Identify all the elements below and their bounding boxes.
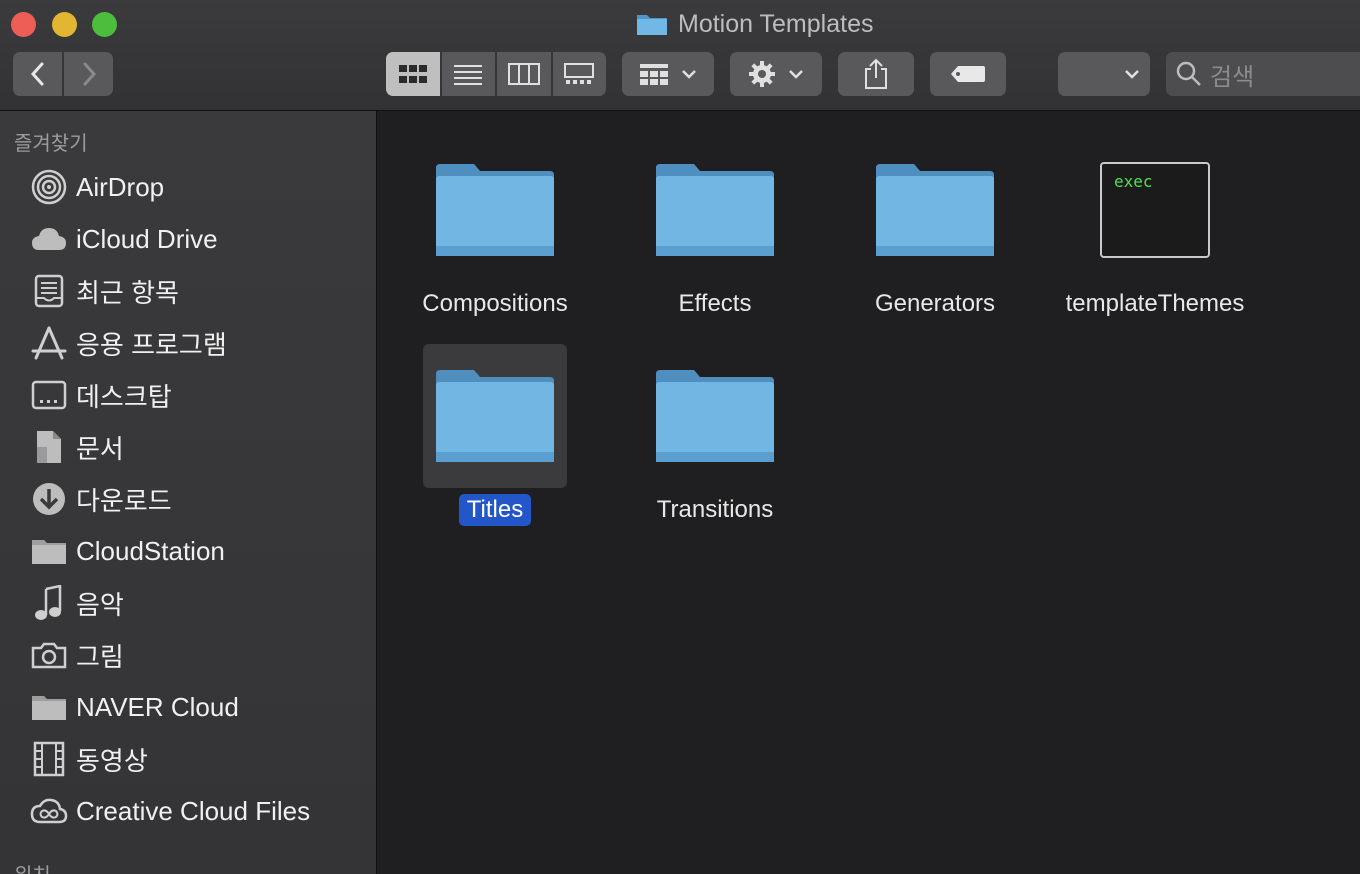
sidebar-item-pictures[interactable]: 그림 [30, 633, 124, 677]
chevron-down-icon [1125, 70, 1139, 79]
sidebar-item-cloudstation[interactable]: CloudStation [30, 529, 225, 573]
folder-icon [637, 15, 667, 35]
sidebar-item-label: 그림 [76, 641, 124, 672]
file-item-transitions[interactable]: Transitions [615, 344, 815, 526]
cloud-icon [30, 220, 68, 258]
folder-icon [643, 138, 787, 282]
recents-icon [30, 272, 68, 310]
chevron-down-icon [682, 70, 696, 79]
download-icon [30, 480, 68, 518]
favorites-header: 즐겨찾기 [14, 133, 88, 155]
airdrop-icon [30, 168, 68, 206]
sidebar-item-music[interactable]: 음악 [30, 581, 124, 625]
sidebar-item-desktop[interactable]: 데스크탑 [30, 373, 172, 417]
sidebar-item-label: 최근 항목 [76, 277, 179, 308]
file-item-titles[interactable]: Titles [395, 344, 595, 526]
sidebar-item-documents[interactable]: 문서 [30, 425, 124, 469]
search-field[interactable]: 검색 [1166, 52, 1360, 96]
tags-button[interactable] [930, 52, 1006, 96]
sidebar-item-label: Creative Cloud Files [76, 795, 311, 826]
file-item-label: Compositions [422, 290, 568, 317]
sidebar-item-naver-cloud[interactable]: NAVER Cloud [30, 685, 239, 729]
file-item-templatethemes[interactable]: exec templateThemes [1055, 138, 1255, 320]
sidebar-item-label: CloudStation [76, 535, 225, 566]
sidebar-item-label: 응용 프로그램 [76, 329, 227, 360]
music-icon [30, 584, 68, 622]
file-item-generators[interactable]: Generators [835, 138, 1035, 320]
file-item-effects[interactable]: Effects [615, 138, 815, 320]
group-by-button[interactable] [622, 52, 714, 96]
locations-header: 위치 [14, 859, 51, 874]
terminal-exec-icon: exec [1083, 138, 1227, 282]
columns-icon [507, 63, 540, 85]
chevron-left-icon [30, 62, 43, 86]
film-icon [30, 740, 68, 778]
exec-text: exec [1114, 172, 1153, 191]
sidebar-item-label: 문서 [76, 433, 124, 464]
close-button[interactable] [11, 12, 36, 37]
sidebar-item-label: 데스크탑 [76, 381, 172, 412]
sidebar-item-label: 다운로드 [76, 485, 172, 516]
gallery-icon [564, 63, 595, 84]
file-item-label: templateThemes [1065, 290, 1245, 317]
applications-icon [30, 324, 68, 362]
action-button[interactable] [730, 52, 822, 96]
sidebar-item-recents[interactable]: 최근 항목 [30, 269, 179, 313]
sidebar-item-label: 동영상 [76, 745, 148, 776]
document-icon [30, 428, 68, 466]
folder-icon [30, 688, 68, 726]
grid-icon [398, 65, 427, 83]
folder-icon [30, 532, 68, 570]
minimize-button[interactable] [52, 12, 77, 37]
gallery-view-button[interactable] [552, 52, 606, 96]
sidebar-item-applications[interactable]: 응용 프로그램 [30, 321, 227, 365]
folder-icon [423, 344, 567, 488]
sidebar-item-airdrop[interactable]: AirDrop [30, 165, 164, 209]
sidebar-item-label: 음악 [76, 589, 124, 620]
creative-cloud-icon [30, 792, 68, 830]
share-button[interactable] [838, 52, 914, 96]
window-title: Motion Templates [636, 9, 873, 39]
share-icon [865, 58, 887, 89]
search-placeholder: 검색 [1210, 63, 1255, 91]
sidebar-item-movies[interactable]: 동영상 [30, 737, 148, 781]
sidebar-item-downloads[interactable]: 다운로드 [30, 477, 172, 521]
folder-icon [863, 138, 1007, 282]
column-view-button[interactable] [497, 52, 551, 96]
tag-icon [951, 66, 985, 82]
path-dropdown-button[interactable] [1058, 52, 1150, 96]
file-item-label: Generators [874, 290, 996, 317]
maximize-button[interactable] [92, 12, 117, 37]
list-view-button[interactable] [441, 52, 495, 96]
camera-icon [30, 636, 68, 674]
sidebar: 즐겨찾기 AirDrop iCloud Drive 최근 항목 응용 프로그램 [0, 111, 377, 874]
sidebar-item-creative-cloud-files[interactable]: Creative Cloud Files [30, 789, 310, 833]
list-icon [454, 65, 483, 85]
icon-view-button[interactable] [386, 52, 440, 96]
file-browser: Compositions Effects Generators exec tem… [378, 111, 1360, 874]
title-bar: Motion Templates 검색 [0, 0, 1360, 111]
folder-icon [423, 138, 567, 282]
back-button[interactable] [13, 52, 62, 96]
file-item-label: Effects [678, 290, 752, 317]
search-icon [1176, 61, 1201, 86]
file-item-compositions[interactable]: Compositions [395, 138, 595, 320]
chevron-down-icon [789, 70, 803, 79]
window-title-text: Motion Templates [678, 9, 874, 38]
chevron-right-icon [83, 62, 96, 86]
folder-icon [643, 344, 787, 488]
group-grid-icon [640, 64, 668, 85]
view-mode-control [386, 52, 606, 96]
file-item-label: Transitions [656, 496, 774, 523]
gear-icon [749, 61, 775, 87]
sidebar-item-icloud-drive[interactable]: iCloud Drive [30, 217, 218, 261]
sidebar-item-label: AirDrop [76, 171, 165, 202]
forward-button[interactable] [64, 52, 113, 96]
file-item-label: Titles [458, 494, 532, 526]
sidebar-item-label: iCloud Drive [76, 223, 218, 254]
finder-window: Motion Templates 검색 즐겨찾기 AirDrop iCloud … [0, 0, 1360, 874]
desktop-icon [30, 376, 68, 414]
sidebar-item-label: NAVER Cloud [76, 691, 239, 722]
